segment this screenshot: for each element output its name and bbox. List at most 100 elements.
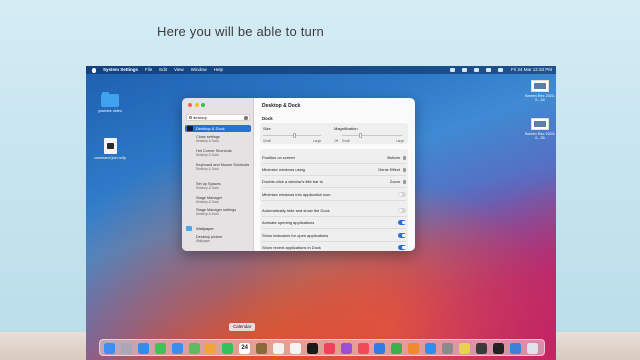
wifi-icon[interactable] <box>473 68 479 72</box>
battery-icon[interactable] <box>461 68 467 72</box>
photos-icon[interactable] <box>205 343 217 354</box>
facetime-icon[interactable] <box>222 343 234 354</box>
menu-file[interactable]: File <box>145 66 152 74</box>
wallpaper-icon <box>186 226 192 231</box>
setting-row[interactable]: Position on screen Bottom <box>262 155 406 160</box>
setting-popup-button[interactable]: Bottom <box>387 155 406 160</box>
divider <box>262 175 406 176</box>
trash-icon[interactable] <box>526 343 538 354</box>
menu-app-name[interactable]: System Settings <box>103 66 138 74</box>
calendar-icon[interactable]: 24 <box>239 343 251 354</box>
podcasts-icon[interactable] <box>340 343 352 354</box>
setting-label: Minimize windows into application icon <box>262 192 331 197</box>
notes-icon[interactable] <box>256 343 268 354</box>
size-slider-knob[interactable] <box>293 133 297 138</box>
setting-label: Show recent applications in Dock <box>262 245 321 250</box>
setting-row[interactable]: Show indicators for open applications <box>262 233 406 238</box>
search-result-item[interactable]: Stage Manager settings Desktop & Dock <box>196 208 254 217</box>
terminal-icon[interactable] <box>492 343 504 354</box>
menu-edit[interactable]: Edit <box>159 66 167 74</box>
clear-search-icon[interactable] <box>244 116 248 120</box>
sidebar-item-label: Desktop & Dock <box>196 126 225 131</box>
magnification-max-label: Large <box>396 139 405 143</box>
setting-row[interactable]: Minimize windows using Genie Effect <box>262 167 406 172</box>
finder-icon[interactable] <box>104 343 115 354</box>
setting-row[interactable]: Animate opening applications <box>262 220 406 225</box>
sidebar-item-desktop-dock[interactable]: Desktop & Dock <box>185 125 251 132</box>
setting-toggle[interactable] <box>398 220 406 225</box>
divider <box>262 241 406 242</box>
setting-toggle[interactable] <box>398 192 406 197</box>
search-result-subtitle: Wallpaper <box>196 239 211 244</box>
apple-menu-icon[interactable] <box>92 67 96 73</box>
control-center-icon[interactable] <box>497 68 503 72</box>
news-icon[interactable] <box>357 343 369 354</box>
menu-window[interactable]: Window <box>191 66 207 74</box>
setting-toggle[interactable] <box>398 245 406 250</box>
search-result-item[interactable]: Close settings Desktop & Dock <box>196 135 254 144</box>
setting-row[interactable]: Minimize windows into application icon <box>262 192 406 197</box>
magnification-slider-knob[interactable] <box>358 133 362 138</box>
search-icon[interactable] <box>485 68 491 72</box>
magnification-slider[interactable] <box>342 135 402 136</box>
safari-icon[interactable] <box>137 343 149 354</box>
menu-bar: System Settings File Edit View Window He… <box>86 66 556 74</box>
numbers-icon[interactable] <box>391 343 403 354</box>
sidebar-search-field[interactable]: desktop <box>186 114 250 121</box>
pages-icon[interactable] <box>408 343 420 354</box>
setting-popup-button[interactable]: Zoom <box>390 179 406 184</box>
size-label: Size <box>263 126 271 131</box>
search-result-item[interactable]: Desktop picture Wallpaper <box>196 235 254 244</box>
setting-row[interactable]: Show recent applications in Dock <box>262 245 406 250</box>
menu-view[interactable]: View <box>174 66 184 74</box>
music-icon[interactable] <box>323 343 335 354</box>
search-result-subtitle: Desktop & Dock <box>196 186 219 191</box>
desktop-screen-recording-2[interactable]: Screen Rec 2023-0...35 <box>520 118 556 140</box>
search-result-item[interactable]: Set up Spaces Desktop & Dock <box>196 182 254 191</box>
screenrec-icon[interactable] <box>475 343 487 354</box>
chrome-icon[interactable] <box>458 343 470 354</box>
chevron-updown-icon <box>403 155 406 160</box>
setting-value: Genie Effect <box>378 167 400 172</box>
record-status-icon[interactable] <box>449 68 455 72</box>
setting-row[interactable]: Automatically hide and show the Dock <box>262 208 406 213</box>
minimize-button[interactable] <box>194 103 199 107</box>
appstore-icon[interactable] <box>425 343 437 354</box>
mail-icon[interactable] <box>171 343 183 354</box>
search-result-item[interactable]: Stage Manager Desktop & Dock <box>196 196 254 205</box>
divider <box>262 200 406 201</box>
tv-icon[interactable] <box>306 343 318 354</box>
settings-sidebar: desktop Desktop & Dock Close settings De… <box>182 98 254 251</box>
dock-tooltip: Calendar <box>229 323 256 331</box>
magnification-min-label: Small <box>342 139 350 143</box>
setting-label: Animate opening applications <box>262 220 315 225</box>
menu-clock[interactable]: Fri 24 Mar 12:33 PM <box>511 66 552 74</box>
search-result-subtitle: Desktop & Dock <box>196 153 219 158</box>
setting-row[interactable]: Double-click a window's title bar to Zoom <box>262 179 406 184</box>
maps-icon[interactable] <box>188 343 200 354</box>
menu-help[interactable]: Help <box>214 66 223 74</box>
desktop-folder[interactable]: youtube video <box>90 92 130 113</box>
reminders-icon[interactable] <box>273 343 284 354</box>
desktop-screen-recording-1[interactable]: Screen Rec 2023-0...34 <box>520 80 556 102</box>
desktop-file[interactable]: command join.m3p <box>90 138 130 160</box>
zoom-button[interactable] <box>201 103 205 107</box>
magnification-label: Magnification <box>334 126 358 131</box>
screenshot-icon <box>531 80 549 92</box>
size-slider[interactable] <box>263 135 321 136</box>
setting-popup-button[interactable]: Genie Effect <box>378 167 406 172</box>
app-icon[interactable] <box>509 343 521 354</box>
launchpad-icon[interactable] <box>120 343 132 354</box>
screen-recording-1-label: Screen Rec 2023-0...34 <box>524 94 556 102</box>
setting-label: Position on screen <box>262 155 295 160</box>
dock-icon <box>187 126 193 131</box>
search-result-item[interactable]: Hot Corner Shortcuts Desktop & Dock <box>196 149 254 158</box>
settings-icon[interactable] <box>442 343 453 354</box>
close-button[interactable] <box>188 103 192 107</box>
setting-toggle[interactable] <box>398 208 406 213</box>
freeform-icon[interactable] <box>289 343 301 354</box>
search-result-item[interactable]: Keyboard and Mouse Shortcuts Desktop & D… <box>196 163 254 172</box>
messages-icon[interactable] <box>154 343 166 354</box>
setting-toggle[interactable] <box>398 233 406 238</box>
keynote-icon[interactable] <box>374 343 386 354</box>
